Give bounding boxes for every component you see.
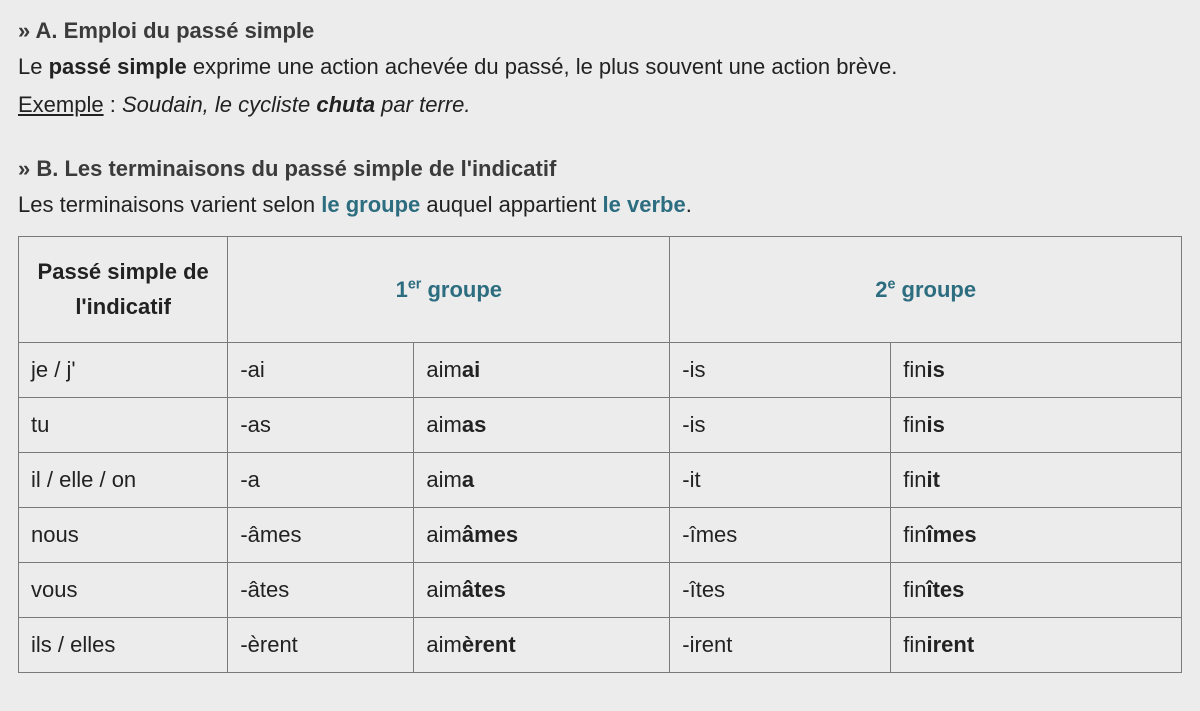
cell-ending-g2: -is bbox=[670, 342, 891, 397]
text: Soudain, le cycliste bbox=[122, 92, 316, 117]
verb-root: aim bbox=[426, 522, 461, 547]
cell-pronoun: je / j' bbox=[19, 342, 228, 397]
table-row: vous-âtesaimâtes-îtesfinîtes bbox=[19, 563, 1182, 618]
header-indicatif: Passé simple de l'indicatif bbox=[19, 237, 228, 342]
verb-root: fin bbox=[903, 577, 926, 602]
verb-root: fin bbox=[903, 357, 926, 382]
text: . bbox=[686, 192, 692, 217]
section-b-text: Les terminaisons varient selon le groupe… bbox=[18, 188, 1182, 222]
example-verb: chuta bbox=[316, 92, 375, 117]
cell-example-g1: aima bbox=[414, 452, 670, 507]
verb-root: aim bbox=[426, 577, 461, 602]
cell-ending-g1: -as bbox=[228, 397, 414, 452]
link-le-groupe[interactable]: le groupe bbox=[321, 192, 420, 217]
verb-root: aim bbox=[426, 632, 461, 657]
verb-ending: îmes bbox=[926, 522, 976, 547]
link-le-verbe[interactable]: le verbe bbox=[603, 192, 686, 217]
cell-pronoun: ils / elles bbox=[19, 618, 228, 673]
cell-ending-g1: -âmes bbox=[228, 507, 414, 562]
cell-ending-g1: -a bbox=[228, 452, 414, 507]
verb-ending: ai bbox=[462, 357, 480, 382]
verb-root: fin bbox=[903, 632, 926, 657]
cell-example-g2: finit bbox=[891, 452, 1182, 507]
table-header-row: Passé simple de l'indicatif 1er groupe 2… bbox=[19, 237, 1182, 342]
text: auquel appartient bbox=[420, 192, 602, 217]
ordinal-sup: er bbox=[408, 276, 422, 292]
cell-example-g1: aimai bbox=[414, 342, 670, 397]
cell-ending-g2: -îmes bbox=[670, 507, 891, 562]
cell-example-g1: aimâtes bbox=[414, 563, 670, 618]
example-sentence: Soudain, le cycliste chuta par terre. bbox=[122, 92, 471, 117]
verb-ending: èrent bbox=[462, 632, 516, 657]
cell-example-g1: aimas bbox=[414, 397, 670, 452]
verb-root: fin bbox=[903, 412, 926, 437]
text: 2 bbox=[875, 277, 887, 302]
section-a-title: » A. Emploi du passé simple bbox=[18, 14, 1182, 48]
text: : bbox=[104, 92, 122, 117]
cell-pronoun: nous bbox=[19, 507, 228, 562]
section-a-text: Le passé simple exprime une action achev… bbox=[18, 50, 1182, 84]
example-label: Exemple bbox=[18, 92, 104, 117]
cell-ending-g1: -ai bbox=[228, 342, 414, 397]
cell-pronoun: il / elle / on bbox=[19, 452, 228, 507]
verb-ending: is bbox=[926, 357, 944, 382]
cell-example-g1: aimèrent bbox=[414, 618, 670, 673]
text: l'indicatif bbox=[75, 294, 171, 319]
header-group-1: 1er groupe bbox=[228, 237, 670, 342]
verb-ending: îtes bbox=[926, 577, 964, 602]
cell-example-g2: finîmes bbox=[891, 507, 1182, 562]
text: Le bbox=[18, 54, 49, 79]
verb-ending: âtes bbox=[462, 577, 506, 602]
verb-root: aim bbox=[426, 357, 461, 382]
verb-ending: a bbox=[462, 467, 474, 492]
section-b-title: » B. Les terminaisons du passé simple de… bbox=[18, 152, 1182, 186]
cell-ending-g2: -is bbox=[670, 397, 891, 452]
text: groupe bbox=[895, 277, 976, 302]
cell-ending-g1: -èrent bbox=[228, 618, 414, 673]
cell-pronoun: tu bbox=[19, 397, 228, 452]
section-a-example: Exemple : Soudain, le cycliste chuta par… bbox=[18, 88, 1182, 122]
cell-ending-g2: -îtes bbox=[670, 563, 891, 618]
text: par terre. bbox=[375, 92, 470, 117]
conjugation-table: Passé simple de l'indicatif 1er groupe 2… bbox=[18, 236, 1182, 673]
cell-ending-g2: -irent bbox=[670, 618, 891, 673]
cell-ending-g2: -it bbox=[670, 452, 891, 507]
verb-root: fin bbox=[903, 467, 926, 492]
text: 1 bbox=[396, 277, 408, 302]
verb-ending: is bbox=[926, 412, 944, 437]
header-group-2: 2e groupe bbox=[670, 237, 1182, 342]
cell-example-g2: finis bbox=[891, 397, 1182, 452]
table-row: il / elle / on-aaima-itfinit bbox=[19, 452, 1182, 507]
cell-example-g1: aimâmes bbox=[414, 507, 670, 562]
verb-ending: irent bbox=[926, 632, 974, 657]
text: Les terminaisons varient selon bbox=[18, 192, 321, 217]
table-row: tu-asaimas-isfinis bbox=[19, 397, 1182, 452]
text: Passé simple de bbox=[38, 259, 209, 284]
text: groupe bbox=[421, 277, 502, 302]
verb-root: aim bbox=[426, 412, 461, 437]
cell-example-g2: finirent bbox=[891, 618, 1182, 673]
verb-ending: âmes bbox=[462, 522, 518, 547]
table-row: je / j'-aiaimai-isfinis bbox=[19, 342, 1182, 397]
verb-root: fin bbox=[903, 522, 926, 547]
table-row: ils / elles-èrentaimèrent-irentfinirent bbox=[19, 618, 1182, 673]
cell-pronoun: vous bbox=[19, 563, 228, 618]
cell-ending-g1: -âtes bbox=[228, 563, 414, 618]
verb-ending: it bbox=[926, 467, 939, 492]
verb-root: aim bbox=[426, 467, 461, 492]
text: exprime une action achevée du passé, le … bbox=[187, 54, 898, 79]
term-passe-simple: passé simple bbox=[49, 54, 187, 79]
cell-example-g2: finis bbox=[891, 342, 1182, 397]
cell-example-g2: finîtes bbox=[891, 563, 1182, 618]
verb-ending: as bbox=[462, 412, 486, 437]
table-row: nous-âmesaimâmes-îmesfinîmes bbox=[19, 507, 1182, 562]
